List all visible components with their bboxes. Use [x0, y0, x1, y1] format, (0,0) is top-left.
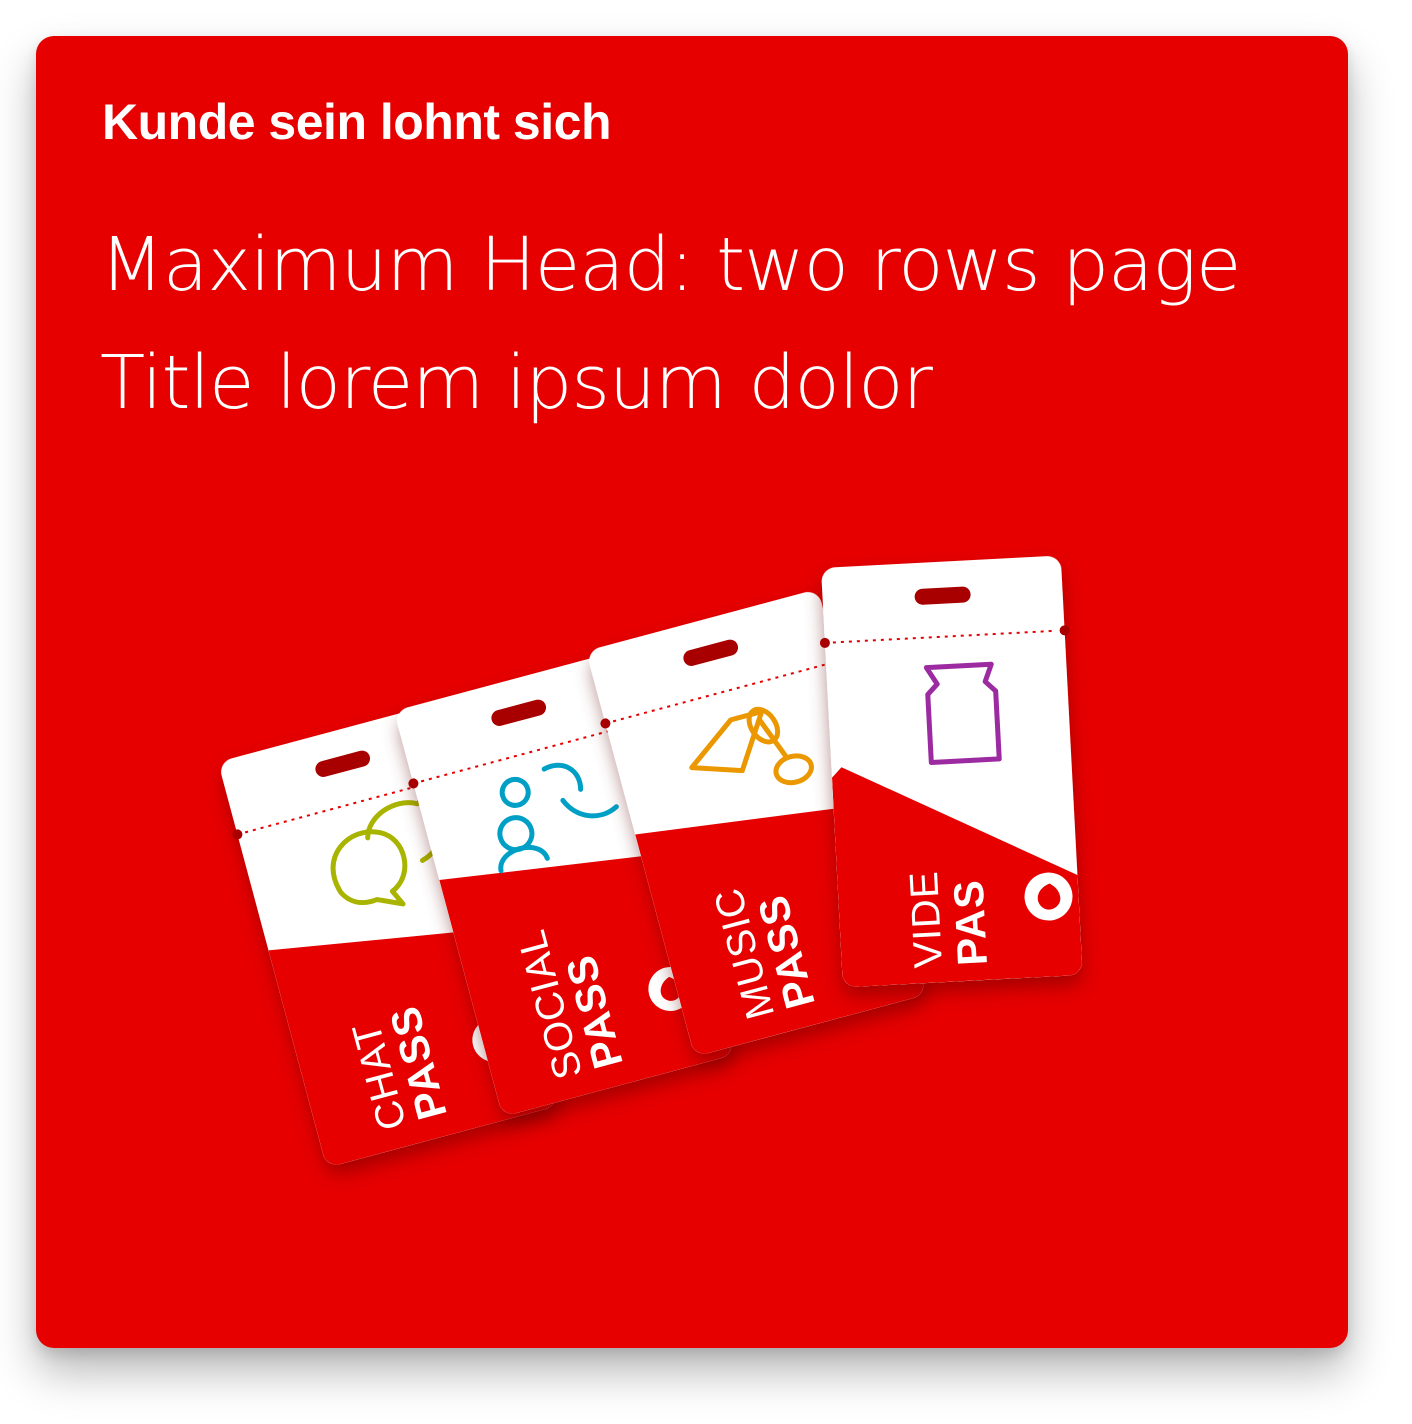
pass-cards-illustration: CHAT PASS SOCIAL PASS MUSIC PASS VIDE PA… [221, 556, 1083, 1168]
pass-card-video: VIDE PAS [819, 556, 1083, 988]
promo-banner: Kunde sein lohnt sich Maximum Head: two … [36, 36, 1348, 1348]
pass-word-label: PAS [945, 878, 996, 967]
pass-type-label: VIDE [902, 870, 951, 970]
hang-slot [914, 586, 971, 605]
